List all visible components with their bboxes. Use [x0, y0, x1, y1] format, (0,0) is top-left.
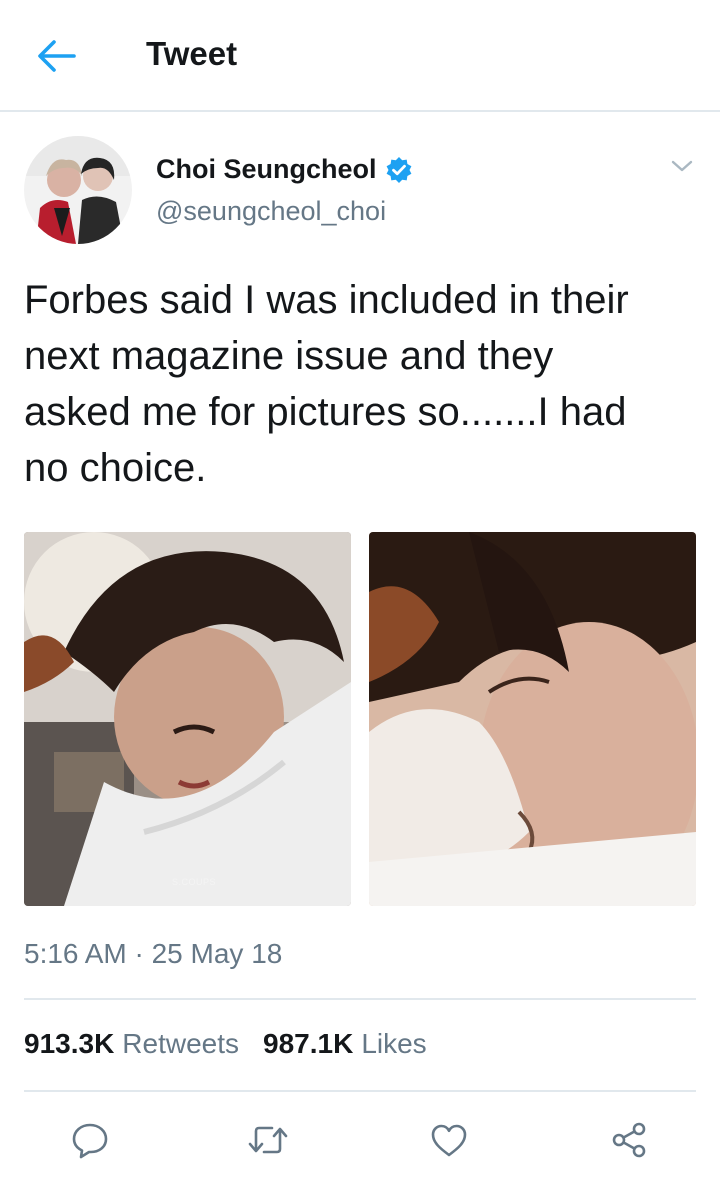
reply-icon	[72, 1123, 108, 1159]
arrow-left-icon	[38, 40, 76, 72]
like-heart-icon	[431, 1124, 467, 1157]
likes-stat[interactable]: 987.1K Likes	[263, 1028, 427, 1060]
tweet-photo[interactable]: S.COUPS	[24, 532, 351, 906]
likes-count: 987.1K	[263, 1028, 354, 1059]
retweets-label: Retweets	[122, 1028, 240, 1059]
retweets-count: 913.3K	[24, 1028, 115, 1059]
tweet-photo[interactable]	[369, 532, 696, 906]
back-button[interactable]	[34, 36, 78, 76]
retweet-icon	[248, 1126, 288, 1154]
chevron-down-icon	[671, 160, 693, 172]
top-bar: Tweet	[0, 0, 720, 112]
verified-badge-icon	[385, 156, 413, 184]
user-handle[interactable]: @seungcheol_choi	[156, 196, 386, 227]
likes-label: Likes	[361, 1028, 427, 1059]
divider	[24, 998, 696, 1000]
reply-button[interactable]	[62, 1112, 118, 1168]
share-icon	[612, 1122, 646, 1158]
tweet-stats: 913.3K Retweets 987.1K Likes	[24, 1028, 427, 1060]
tweet-actions	[0, 1112, 720, 1168]
tweet-text: Forbes said I was included in their next…	[24, 278, 629, 490]
share-button[interactable]	[601, 1112, 657, 1168]
divider	[24, 1090, 696, 1092]
retweets-stat[interactable]: 913.3K Retweets	[24, 1028, 239, 1060]
like-button[interactable]	[421, 1112, 477, 1168]
page-title: Tweet	[146, 35, 238, 72]
watermark-text: S.COUPS	[172, 877, 217, 887]
tweet-media: S.COUPS	[24, 532, 696, 906]
tweet-author: Choi Seungcheol @seungcheol_choi	[24, 136, 696, 246]
tweet-menu-button[interactable]	[668, 156, 696, 176]
tweet-timestamp[interactable]: 5:16 AM · 25 May 18	[24, 938, 282, 970]
name-row: Choi Seungcheol	[156, 154, 413, 185]
avatar[interactable]	[24, 136, 132, 244]
retweet-button[interactable]	[240, 1112, 296, 1168]
display-name[interactable]: Choi Seungcheol	[156, 154, 377, 185]
